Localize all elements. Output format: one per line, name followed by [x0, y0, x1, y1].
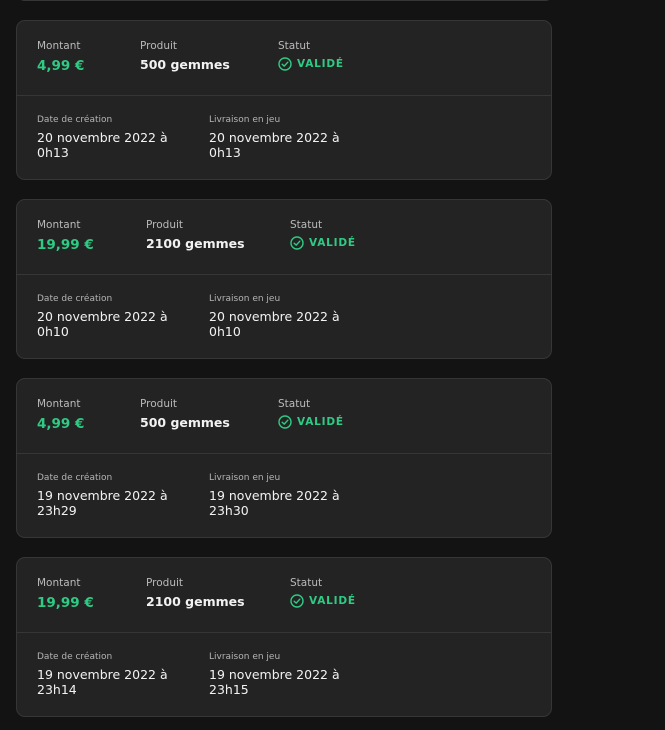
- created-date-label: Date de création: [37, 473, 113, 483]
- order-summary: Montant 19,99 € Produit 2100 gemmes Stat…: [17, 200, 551, 275]
- amount-label: Montant: [37, 40, 81, 52]
- order-summary: Montant 19,99 € Produit 2100 gemmes Stat…: [17, 558, 551, 633]
- order-dates: Date de création 19 novembre 2022 à 23h2…: [17, 454, 551, 539]
- order-card: Montant 4,99 € Produit 500 gemmes Statut…: [16, 378, 552, 538]
- status-label: Statut: [278, 398, 311, 410]
- check-circle-icon: [290, 594, 304, 608]
- created-date-label: Date de création: [37, 294, 113, 304]
- status-badge: VALIDÉ: [278, 415, 344, 429]
- delivery-date-label: Livraison en jeu: [209, 652, 281, 662]
- created-date-label: Date de création: [37, 652, 113, 662]
- amount-label: Montant: [37, 398, 81, 410]
- order-summary: Montant 4,99 € Produit 500 gemmes Statut…: [17, 21, 551, 96]
- product-label: Produit: [140, 398, 178, 410]
- order-summary: Montant 4,99 € Produit 500 gemmes Statut…: [17, 379, 551, 454]
- delivery-date-value: 20 novembre 2022 à 0h13: [209, 130, 340, 160]
- created-date-value: 19 novembre 2022 à 23h29: [37, 488, 168, 518]
- order-card: Montant 4,99 € Produit 500 gemmes Statut…: [16, 20, 552, 180]
- created-date-value: 19 novembre 2022 à 23h14: [37, 667, 168, 697]
- product-value: 2100 gemmes: [146, 594, 245, 609]
- amount-value: 4,99 €: [37, 416, 85, 432]
- status-label: Statut: [290, 219, 323, 231]
- previous-order-card-edge: [16, 0, 554, 1]
- check-circle-icon: [290, 236, 304, 250]
- delivery-date-value: 19 novembre 2022 à 23h30: [209, 488, 340, 518]
- order-history: Montant 4,99 € Produit 500 gemmes Statut…: [0, 0, 665, 730]
- delivery-date-label: Livraison en jeu: [209, 294, 281, 304]
- product-label: Produit: [146, 577, 184, 589]
- product-label: Produit: [146, 219, 184, 231]
- delivery-date-label: Livraison en jeu: [209, 115, 281, 125]
- order-dates: Date de création 20 novembre 2022 à 0h13…: [17, 96, 551, 181]
- check-circle-icon: [278, 415, 292, 429]
- amount-value: 19,99 €: [37, 595, 94, 611]
- product-label: Produit: [140, 40, 178, 52]
- status-text: VALIDÉ: [297, 416, 344, 428]
- amount-label: Montant: [37, 219, 81, 231]
- delivery-date-value: 19 novembre 2022 à 23h15: [209, 667, 340, 697]
- status-badge: VALIDÉ: [278, 57, 344, 71]
- product-value: 2100 gemmes: [146, 236, 245, 251]
- delivery-date-value: 20 novembre 2022 à 0h10: [209, 309, 340, 339]
- order-card: Montant 19,99 € Produit 2100 gemmes Stat…: [16, 557, 552, 717]
- product-value: 500 gemmes: [140, 57, 230, 72]
- created-date-value: 20 novembre 2022 à 0h13: [37, 130, 168, 160]
- amount-label: Montant: [37, 577, 81, 589]
- status-badge: VALIDÉ: [290, 236, 356, 250]
- order-dates: Date de création 20 novembre 2022 à 0h10…: [17, 275, 551, 360]
- status-text: VALIDÉ: [297, 58, 344, 70]
- check-circle-icon: [278, 57, 292, 71]
- status-label: Statut: [290, 577, 323, 589]
- product-value: 500 gemmes: [140, 415, 230, 430]
- status-badge: VALIDÉ: [290, 594, 356, 608]
- created-date-value: 20 novembre 2022 à 0h10: [37, 309, 168, 339]
- created-date-label: Date de création: [37, 115, 113, 125]
- status-label: Statut: [278, 40, 311, 52]
- amount-value: 19,99 €: [37, 237, 94, 253]
- order-dates: Date de création 19 novembre 2022 à 23h1…: [17, 633, 551, 718]
- delivery-date-label: Livraison en jeu: [209, 473, 281, 483]
- order-card: Montant 19,99 € Produit 2100 gemmes Stat…: [16, 199, 552, 359]
- amount-value: 4,99 €: [37, 58, 85, 74]
- status-text: VALIDÉ: [309, 595, 356, 607]
- status-text: VALIDÉ: [309, 237, 356, 249]
